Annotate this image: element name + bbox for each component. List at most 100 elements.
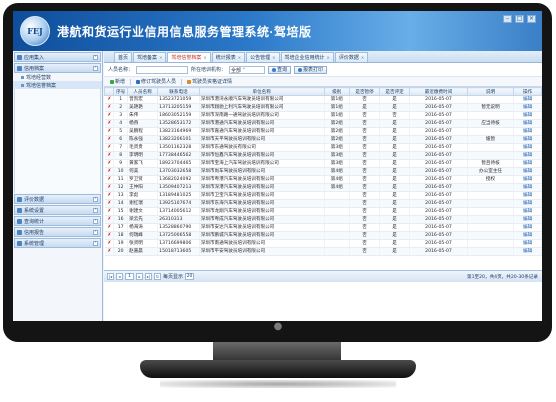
edit-link[interactable]: 编辑 [513,167,542,176]
delete-icon[interactable]: ✗ [107,200,111,206]
certificate-detail-button[interactable]: 驾驶员资格证详情 [185,78,234,86]
prev-page-icon[interactable]: ◂ [116,273,123,280]
table-row[interactable]: ✗ 11 罗卫贤 13682024092 深圳市粤港汽车驾驶员培训有限公司 第4组否是 20… [104,175,542,184]
delete-icon[interactable]: ✗ [107,224,111,230]
table-row[interactable]: ✗ 18 何瑞峰 13725006558 深圳市鹏城汽车驾驶员培训有限公司 否是 2016-… [104,231,542,240]
row-delete-cell[interactable]: ✗ [104,231,115,240]
delete-icon[interactable]: ✗ [107,232,111,238]
close-icon[interactable]: × [361,55,364,60]
sidebar-section-settings[interactable]: 系统设置 ˅ [14,205,101,215]
row-delete-cell[interactable]: ✗ [104,119,115,128]
edit-link[interactable]: 编辑 [513,111,542,120]
row-delete-cell[interactable]: ✗ [104,135,115,144]
edit-link[interactable]: 编辑 [513,151,542,160]
table-row[interactable]: ✗ 16 梁云先 26310313 深圳市粤成汽车驾驶员培训有限公司 否是 2016-05-… [104,215,542,224]
name-input[interactable] [136,65,189,74]
table-row[interactable]: ✗ 15 谢建文 13714005612 深圳市龙翔汽车驾驶员培训有限公司 否是 2016-… [104,207,542,216]
tab-enterprise-stats[interactable]: 驾培企业信用统计 × [280,52,334,62]
edit-driver-button[interactable]: 修订驾驶员人员 [134,78,178,86]
chevron-up-icon[interactable]: ˄ [93,66,98,71]
sidebar-item-business[interactable]: 驾培经营数 [13,73,102,81]
row-delete-cell[interactable]: ✗ [104,207,115,216]
table-row[interactable]: ✗ 19 张贤明 13716699806 深圳市南通驾驶员培训有限公司 否是 2016-05… [104,239,542,248]
edit-link[interactable]: 编辑 [513,207,542,216]
edit-link[interactable]: 编辑 [513,215,542,224]
table-row[interactable]: ✗ 2 吴艳艳 13713205159 深圳市翔驰上利汽车驾驶员培训有限公司 第1组是是 2… [104,103,542,112]
table-row[interactable]: ✗ 9 黄家飞 18923704465 深圳市宝海上汽车驾驶员培训有限公司 第3组否是 20… [104,159,542,168]
edit-link[interactable]: 编辑 [513,199,542,208]
page-number-input[interactable]: 1 [125,273,134,280]
delete-icon[interactable]: ✗ [107,192,111,198]
tab-credit-archive[interactable]: 驾培信誉档案 × [167,52,211,62]
sidebar-section-system[interactable]: 系统管理 ˅ [14,238,101,248]
next-page-icon[interactable]: ▸ [136,273,143,280]
row-delete-cell[interactable]: ✗ [104,247,115,256]
tab-home[interactable]: 首页 [114,52,133,62]
last-page-icon[interactable]: ▸| [145,273,152,280]
close-icon[interactable]: × [272,55,275,60]
sidebar-section-report[interactable]: 信用报告 ˅ [14,227,101,237]
table-row[interactable]: ✗ 12 王仲阳 13509407213 深圳市深港汽车驾驶员培训有限公司 第4组否是 20… [104,183,542,192]
delete-icon[interactable]: ✗ [107,160,111,166]
delete-icon[interactable]: ✗ [107,104,111,110]
sidebar-item-credit-archive[interactable]: 驾培信誉档案 [13,81,102,89]
row-delete-cell[interactable]: ✗ [104,111,115,120]
close-icon[interactable]: × [527,15,536,23]
row-delete-cell[interactable]: ✗ [104,103,115,112]
chevron-down-icon[interactable]: ˅ [93,230,98,235]
table-row[interactable]: ✗ 6 陈永强 13823206101 深圳市天平驾驶员培训有限公司 第2组否是 2016-… [104,135,542,144]
minimize-icon[interactable]: – [503,15,512,23]
delete-icon[interactable]: ✗ [107,96,111,102]
close-icon[interactable]: × [238,55,241,60]
table-row[interactable]: ✗ 8 李明明 17738446562 深圳市恒鑫汽车驾驶员培训有限公司 第3组否是 201… [104,151,542,160]
close-icon[interactable]: × [203,55,206,60]
refresh-icon[interactable]: ↻ [154,273,161,280]
delete-icon[interactable]: ✗ [107,136,111,142]
sidebar-section-apply[interactable]: 应用集入 ˅ [14,52,101,62]
page-size-select[interactable]: 20 [185,273,195,280]
institution-select[interactable]: 全部 ˅ [229,65,266,74]
delete-icon[interactable]: ✗ [107,168,111,174]
chevron-down-icon[interactable]: ˅ [93,55,98,60]
row-delete-cell[interactable]: ✗ [104,127,115,136]
delete-icon[interactable]: ✗ [107,248,111,254]
row-delete-cell[interactable]: ✗ [104,215,115,224]
tab-registration[interactable]: 驾培备案 × [133,52,167,62]
print-report-button[interactable]: 报表打印 [294,65,328,74]
row-delete-cell[interactable]: ✗ [104,191,115,200]
edit-link[interactable]: 编辑 [513,127,542,136]
table-row[interactable]: ✗ 13 李彪 13189481025 深圳市卫宝汽车驾驶员培训有限公司 否是 2016-0… [104,191,542,200]
edit-link[interactable]: 编辑 [513,231,542,240]
delete-icon[interactable]: ✗ [107,152,111,158]
table-row[interactable]: ✗ 3 朱伟 18603052159 深圳市深南路一通驾驶员培训有限公司 第1组否否 201… [104,111,542,120]
delete-icon[interactable]: ✗ [107,208,111,214]
table-row[interactable]: ✗ 7 毛贤贵 13501162328 深圳市东通驾驶员有限公司 第3组否是 2016-05… [104,143,542,152]
chevron-down-icon[interactable]: ˅ [93,219,98,224]
sidebar-section-query[interactable]: 查询统计 ˅ [14,216,101,226]
chevron-down-icon[interactable]: ˅ [93,197,98,202]
edit-link[interactable]: 编辑 [513,183,542,192]
row-delete-cell[interactable]: ✗ [104,223,115,232]
maximize-icon[interactable]: □ [515,15,524,23]
close-icon[interactable]: × [159,55,162,60]
row-delete-cell[interactable]: ✗ [104,167,115,176]
edit-link[interactable]: 编辑 [513,95,542,104]
delete-icon[interactable]: ✗ [107,240,111,246]
row-delete-cell[interactable]: ✗ [104,95,115,104]
table-row[interactable]: ✗ 4 杨燕 13528653172 深圳市港通汽车驾驶员培训有限公司 第2组否是 2016… [104,119,542,128]
row-delete-cell[interactable]: ✗ [104,143,115,152]
edit-link[interactable]: 编辑 [513,191,542,200]
edit-link[interactable]: 编辑 [513,247,542,256]
row-delete-cell[interactable]: ✗ [104,239,115,248]
first-page-icon[interactable]: |◂ [107,273,114,280]
add-button[interactable]: 新增 [108,78,127,86]
tab-evaluation[interactable]: 评价数据 × [334,52,369,62]
edit-link[interactable]: 编辑 [513,119,542,128]
edit-link[interactable]: 编辑 [513,175,542,184]
row-delete-cell[interactable]: ✗ [104,183,115,192]
edit-link[interactable]: 编辑 [513,135,542,144]
chevron-down-icon[interactable]: ˅ [93,241,98,246]
close-icon[interactable]: × [327,55,330,60]
delete-icon[interactable]: ✗ [107,176,111,182]
delete-icon[interactable]: ✗ [107,120,111,126]
